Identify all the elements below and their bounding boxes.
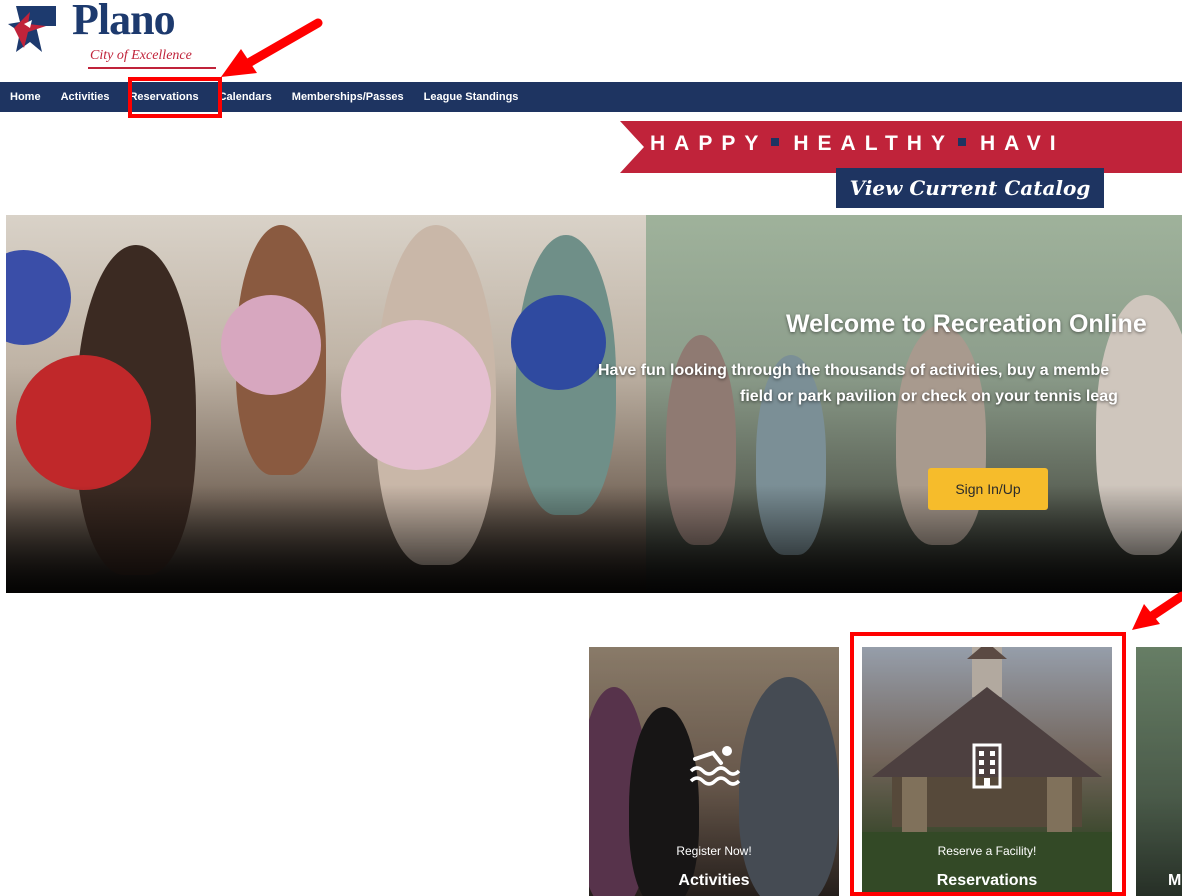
exercise-ball — [6, 250, 71, 345]
hero-banner: Welcome to Recreation Online Have fun lo… — [6, 215, 1182, 593]
tile-activities-label: Register Now! — [676, 844, 752, 858]
plano-logo[interactable]: Plano City of Excellence — [6, 0, 216, 72]
nav-item-home[interactable]: Home — [0, 82, 51, 112]
tile-memberships[interactable]: M — [1136, 647, 1182, 896]
exercise-ball — [16, 355, 151, 490]
exercise-ball — [221, 295, 321, 395]
annotation-arrow-icon — [221, 18, 323, 77]
ribbon-word-havi: HAVI — [979, 132, 1065, 155]
sign-in-button[interactable]: Sign In/Up — [928, 468, 1048, 510]
ribbon-slogan: HAPPY HEALTHY HAVI — [650, 132, 1065, 156]
exercise-ball — [511, 295, 606, 390]
swimmer-icon — [689, 746, 741, 786]
tile-memberships-title: M — [1168, 872, 1182, 889]
nav-item-memberships[interactable]: Memberships/Passes — [282, 82, 414, 112]
tile-activities[interactable]: Register Now! Activities — [589, 647, 839, 896]
tile-overlay — [1136, 647, 1182, 896]
hero-description-line2: field or park pavilion or check on your … — [740, 388, 1118, 405]
annotation-box-nav-reservations — [128, 77, 222, 118]
nav-item-activities[interactable]: Activities — [51, 82, 120, 112]
tile-activities-title: Activities — [678, 872, 750, 889]
hero-description: Have fun looking through the thousands o… — [598, 358, 1182, 410]
tagline-underline — [88, 67, 216, 69]
hero-title: Welcome to Recreation Online — [786, 310, 1147, 338]
annotation-box-tile-reservations — [850, 632, 1126, 896]
texas-star-icon — [8, 6, 56, 52]
ribbon-separator — [957, 138, 966, 147]
view-catalog-button[interactable]: View Current Catalog — [836, 168, 1104, 208]
ribbon-word-happy: HAPPY — [650, 132, 768, 155]
ribbon-word-healthy: HEALTHY — [793, 132, 954, 155]
ribbon-separator — [771, 138, 780, 147]
brand-name: Plano — [72, 0, 176, 44]
exercise-ball — [341, 320, 491, 470]
hero-description-line1: Have fun looking through the thousands o… — [598, 362, 1110, 379]
brand-tagline: City of Excellence — [90, 48, 192, 63]
annotation-arrow-icon — [1132, 591, 1182, 630]
nav-item-league-standings[interactable]: League Standings — [414, 82, 529, 112]
